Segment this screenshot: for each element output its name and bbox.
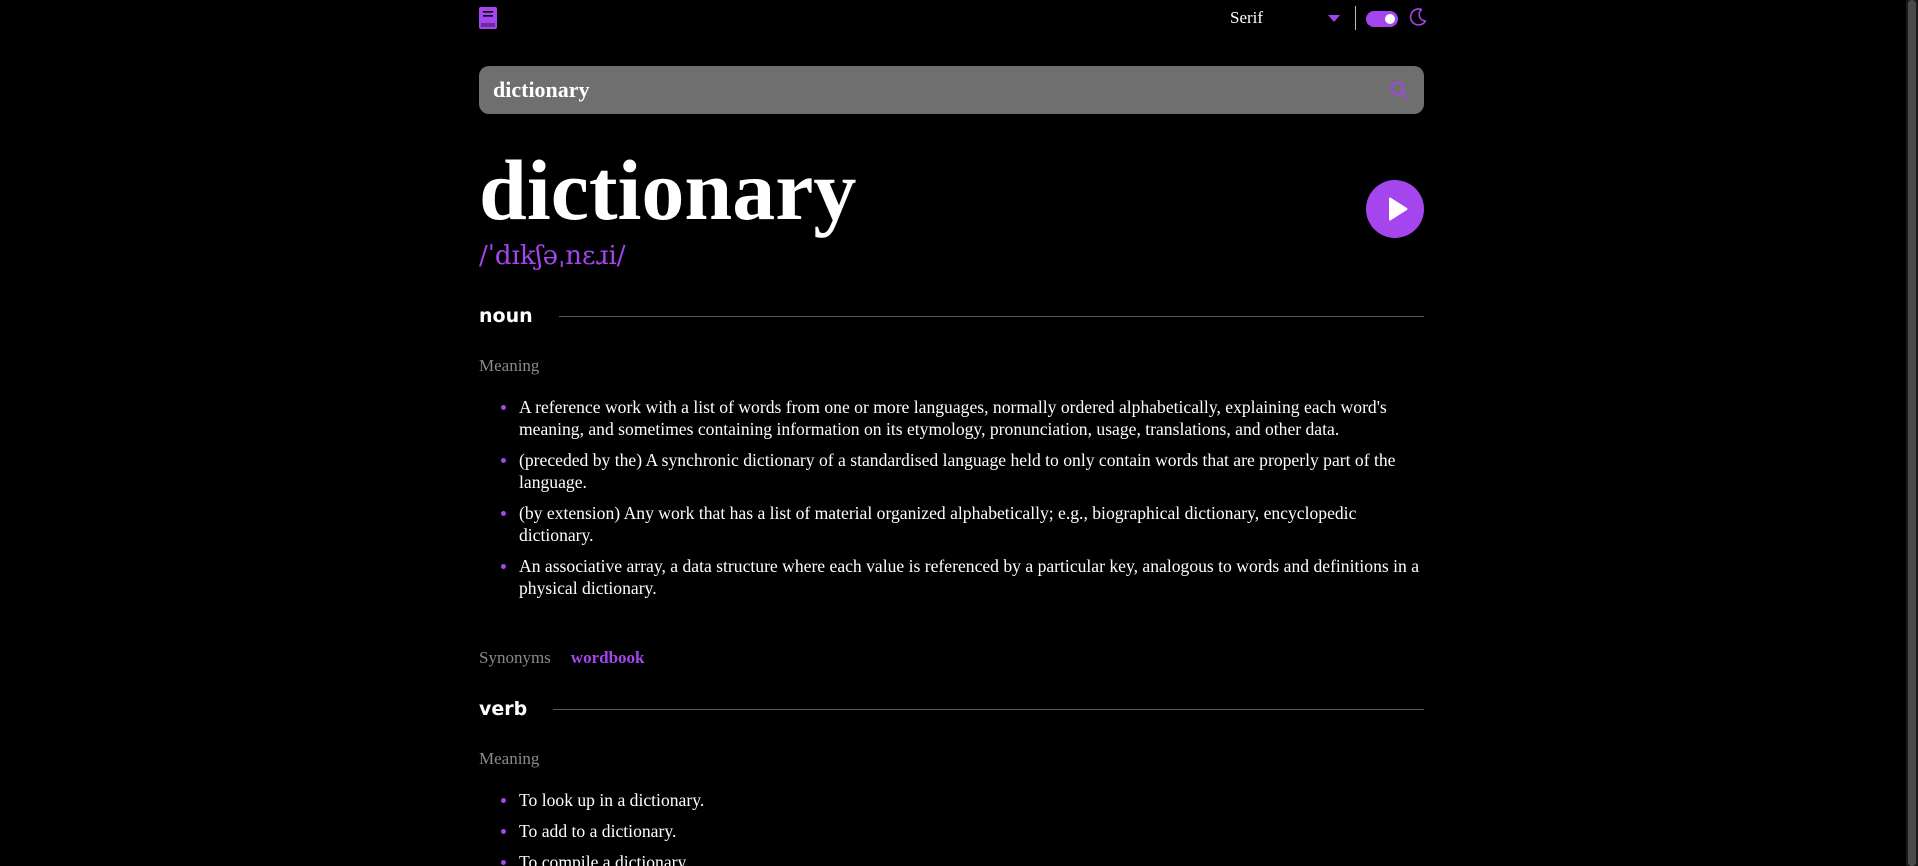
synonyms-row: Synonyms wordbook <box>479 648 644 668</box>
phonetic-text: /ˈdɪkʃəˌnɛɹi/ <box>479 241 626 271</box>
search-input[interactable] <box>493 77 1390 103</box>
play-icon <box>1389 197 1408 221</box>
toggle-knob <box>1385 14 1395 24</box>
word-title: dictionary <box>479 142 857 238</box>
definition-item: An associative array, a data structure w… <box>479 555 1424 599</box>
book-icon[interactable] <box>479 7 497 29</box>
section-divider <box>553 708 1424 710</box>
header: Serif <box>479 0 1427 36</box>
definition-item: A reference work with a list of words fr… <box>479 396 1424 440</box>
noun-definition-list: A reference work with a list of words fr… <box>479 396 1424 608</box>
definition-item: (preceded by the) A synchronic dictionar… <box>479 449 1424 493</box>
part-of-speech-label: verb <box>479 698 528 720</box>
play-audio-button[interactable] <box>1366 180 1424 238</box>
font-select-dropdown[interactable]: Serif <box>1230 6 1340 30</box>
meaning-label: Meaning <box>479 356 540 375</box>
moon-icon[interactable] <box>1408 7 1428 27</box>
synonyms-label: Synonyms <box>479 648 551 667</box>
verb-definition-list: To look up in a dictionary. To add to a … <box>479 789 1424 866</box>
theme-toggle[interactable] <box>1366 11 1398 27</box>
part-of-speech-verb: verb <box>479 694 1424 724</box>
header-divider <box>1355 6 1356 30</box>
definition-item: To compile a dictionary. <box>479 851 1424 866</box>
font-select-value: Serif <box>1230 8 1264 27</box>
synonym-link[interactable]: wordbook <box>571 648 645 668</box>
definition-item: To add to a dictionary. <box>479 820 1424 842</box>
search-bar <box>479 66 1424 114</box>
definition-item: (by extension) Any work that has a list … <box>479 502 1424 546</box>
part-of-speech-label: noun <box>479 305 533 327</box>
search-icon[interactable] <box>1390 81 1408 99</box>
part-of-speech-noun: noun <box>479 301 1424 331</box>
main-content: Serif dictionary /ˈdɪkʃəˌnɛɹi/ <box>479 0 1427 866</box>
meaning-label: Meaning <box>479 749 540 768</box>
scrollbar-thumb[interactable] <box>1908 0 1916 866</box>
chevron-down-icon <box>1328 14 1340 22</box>
vertical-scrollbar[interactable] <box>1906 0 1918 866</box>
definition-item: To look up in a dictionary. <box>479 789 1424 811</box>
app-window: Serif dictionary /ˈdɪkʃəˌnɛɹi/ <box>0 0 1918 866</box>
section-divider <box>558 315 1424 317</box>
